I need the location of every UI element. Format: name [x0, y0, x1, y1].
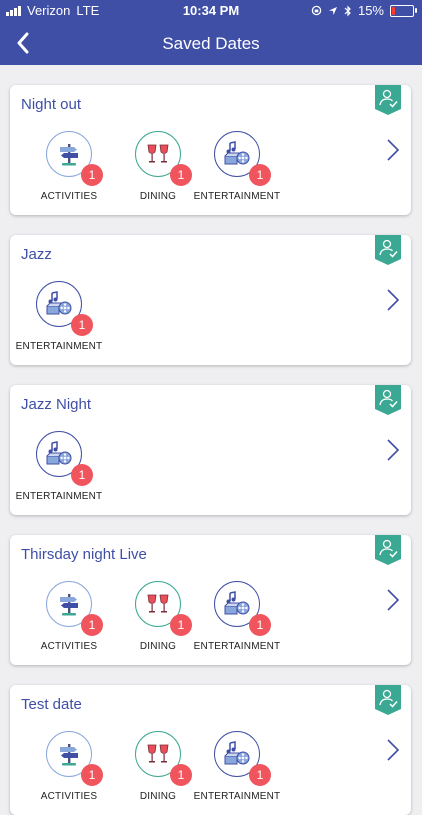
status-right: 15%	[311, 3, 417, 18]
page-title: Saved Dates	[162, 34, 260, 53]
category-circle: 1	[36, 281, 93, 336]
saved-date-card[interactable]: Jazz Night 1 ENTERTAINMENT	[10, 385, 411, 515]
count-badge: 1	[249, 164, 271, 186]
chevron-right-icon[interactable]	[386, 588, 400, 612]
signpost-icon	[54, 739, 84, 769]
category-label: ENTERTAINMENT	[193, 791, 281, 802]
saved-date-card[interactable]: Night out 1 ACTIVITIES 1 DINING 1 ENTERTAINMEN…	[10, 85, 411, 215]
category-circle: 1	[135, 131, 192, 186]
chevron-right-icon[interactable]	[386, 738, 400, 762]
music-film-icon	[222, 589, 252, 619]
music-film-icon	[222, 739, 252, 769]
count-badge: 1	[249, 614, 271, 636]
nav-bar: Saved Dates	[0, 22, 422, 65]
category-entertainment[interactable]: 1 ENTERTAINMENT	[182, 581, 292, 652]
app-header: Verizon LTE 10:34 PM 15% Saved Dates	[0, 0, 422, 65]
chevron-right-icon[interactable]	[386, 438, 400, 462]
category-entertainment[interactable]: 1 ENTERTAINMENT	[4, 281, 114, 352]
date-title: Jazz	[21, 246, 52, 263]
count-badge: 1	[71, 314, 93, 336]
category-label: ENTERTAINMENT	[15, 491, 103, 502]
count-badge: 1	[81, 164, 103, 186]
category-circle: 1	[214, 581, 271, 636]
count-badge: 1	[81, 764, 103, 786]
wine-glasses-icon	[143, 139, 173, 169]
chevron-right-icon[interactable]	[386, 288, 400, 312]
category-circle: 1	[36, 431, 93, 486]
saved-ribbon-icon	[375, 685, 401, 715]
saved-ribbon-icon	[375, 385, 401, 415]
count-badge: 1	[249, 764, 271, 786]
music-film-icon	[44, 439, 74, 469]
saved-ribbon-icon	[375, 535, 401, 565]
battery-icon	[390, 4, 417, 17]
chevron-right-icon[interactable]	[386, 138, 400, 162]
category-entertainment[interactable]: 1 ENTERTAINMENT	[182, 131, 292, 202]
date-title: Thirsday night Live	[21, 546, 147, 563]
saved-ribbon-icon	[375, 85, 401, 115]
saved-date-card[interactable]: Jazz 1 ENTERTAINMENT	[10, 235, 411, 365]
saved-ribbon-icon	[375, 235, 401, 265]
music-film-icon	[222, 139, 252, 169]
battery-percent: 15%	[357, 3, 384, 18]
signpost-icon	[54, 589, 84, 619]
signpost-icon	[54, 139, 84, 169]
wine-glasses-icon	[143, 739, 173, 769]
saved-date-card[interactable]: Thirsday night Live 1 ACTIVITIES 1 DINING 1 EN…	[10, 535, 411, 665]
category-entertainment[interactable]: 1 ENTERTAINMENT	[182, 731, 292, 802]
music-film-icon	[44, 289, 74, 319]
category-circle: 1	[135, 731, 192, 786]
count-badge: 1	[71, 464, 93, 486]
category-label: ENTERTAINMENT	[193, 191, 281, 202]
date-title: Night out	[21, 96, 82, 113]
date-title: Jazz Night	[21, 396, 92, 413]
category-circle: 1	[214, 731, 271, 786]
category-circle: 1	[46, 131, 103, 186]
category-circle: 1	[46, 731, 103, 786]
category-circle: 1	[214, 131, 271, 186]
category-label: ENTERTAINMENT	[15, 341, 103, 352]
count-badge: 1	[81, 614, 103, 636]
category-label: ENTERTAINMENT	[193, 641, 281, 652]
category-circle: 1	[135, 581, 192, 636]
date-title: Test date	[21, 696, 82, 713]
category-entertainment[interactable]: 1 ENTERTAINMENT	[4, 431, 114, 502]
category-circle: 1	[46, 581, 103, 636]
rotation-lock-icon	[311, 5, 322, 16]
bluetooth-icon	[344, 5, 351, 16]
status-bar: Verizon LTE 10:34 PM 15%	[0, 0, 422, 22]
location-arrow-icon	[328, 6, 337, 15]
wine-glasses-icon	[143, 589, 173, 619]
saved-date-card[interactable]: Test date 1 ACTIVITIES 1 DINING 1 ENTERTAINMEN…	[10, 685, 411, 815]
